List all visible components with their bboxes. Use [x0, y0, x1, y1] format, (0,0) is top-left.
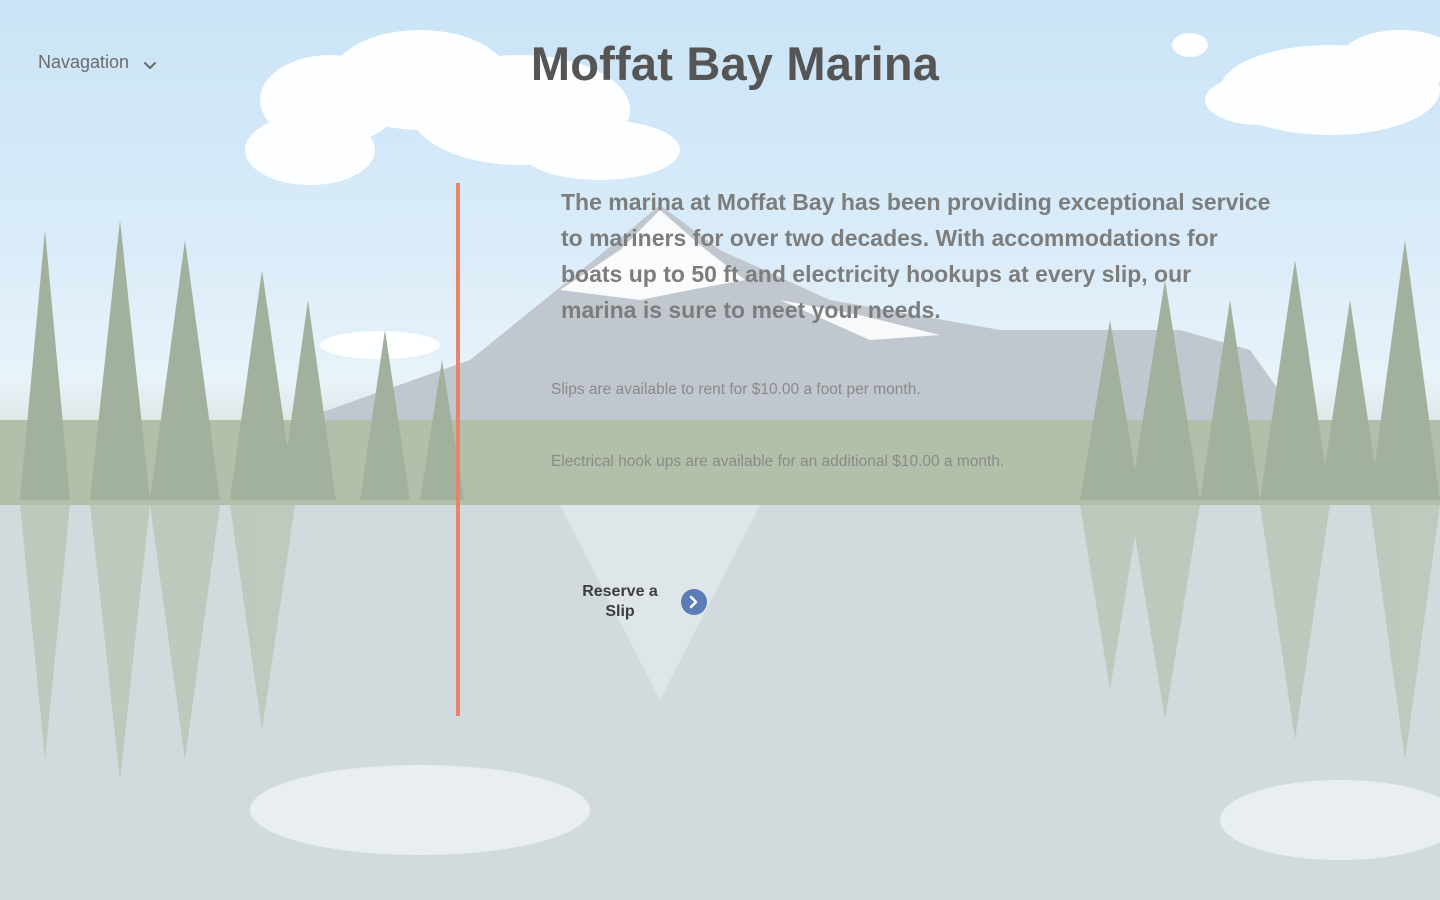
reserve-slip-label: Reserve a Slip: [582, 583, 658, 620]
background-image: [0, 0, 1440, 900]
slip-rate-text: Slips are available to rent for $10.00 a…: [551, 381, 921, 398]
accent-divider: [456, 183, 460, 716]
page-title: Moffat Bay Marina: [530, 37, 940, 90]
electric-rate-text: Electrical hook ups are available for an…: [551, 453, 1005, 470]
chevron-right-circle-icon[interactable]: [681, 589, 707, 615]
intro-paragraph: The marina at Moffat Bay has been provid…: [561, 189, 1271, 323]
reserve-slip-link[interactable]: Reserve a Slip: [575, 582, 707, 622]
background-overlay: [0, 0, 1440, 900]
